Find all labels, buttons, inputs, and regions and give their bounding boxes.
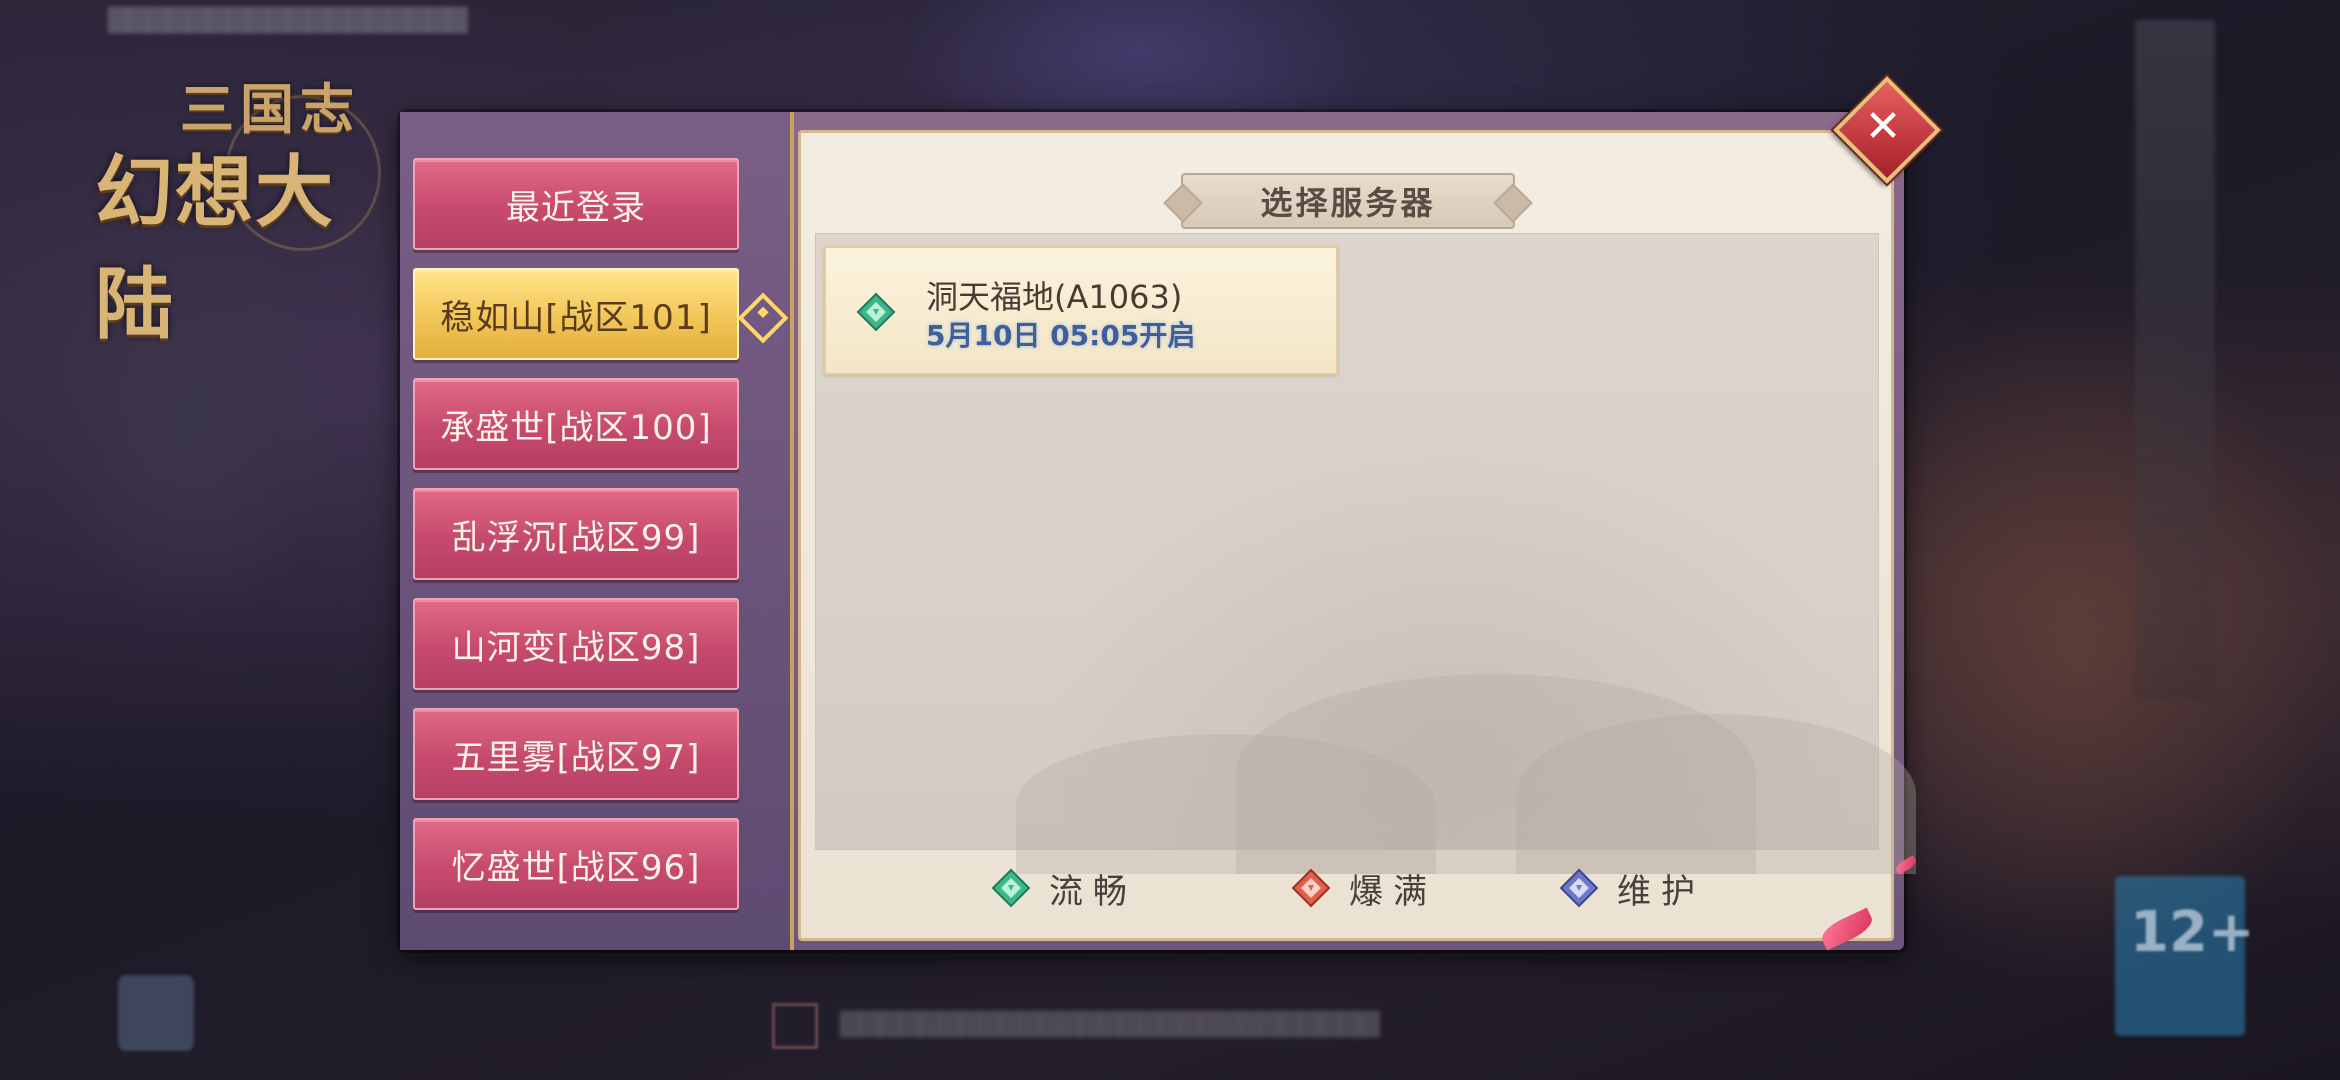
background-hill (1016, 734, 1436, 874)
legend-full: 爆满 (1291, 858, 1437, 918)
tab-recent-login[interactable]: 最近登录 (413, 158, 739, 250)
tab-zone-96[interactable]: 忆盛世[战区96] (413, 818, 739, 910)
dialog-title: 选择服务器 (1260, 184, 1436, 222)
red-gem-icon (1291, 868, 1331, 908)
agreement-checkbox[interactable] (772, 1003, 818, 1049)
server-panel: 选择服务器 洞天福地(A1063) 5月10日 05:05开启 流畅 爆满 维护 (798, 130, 1916, 941)
tab-zone-98[interactable]: 山河变[战区98] (413, 598, 739, 690)
age-rating-text: 12+ (2130, 900, 2255, 965)
game-logo: 三国志 幻想大陆 (95, 55, 385, 350)
zone-sidebar: 最近登录 稳如山[战区101] 承盛世[战区100] 乱浮沉[战区99] 山河变… (400, 112, 794, 950)
tab-zone-97[interactable]: 五里雾[战区97] (413, 708, 739, 800)
legend-label: 流畅 (1049, 871, 1137, 912)
agreement-text-blurred: ▇▇▇▇▇▇▇▇▇▇▇▇▇▇▇▇▇▇▇▇▇▇▇▇▇▇▇ (840, 1008, 1380, 1038)
tab-label: 最近登录 (506, 187, 646, 228)
legend-maintenance: 维护 (1559, 858, 1705, 918)
tab-label: 稳如山[战区101] (440, 297, 712, 338)
legend-label: 爆满 (1349, 871, 1437, 912)
tab-label: 乱浮沉[战区99] (451, 517, 701, 558)
blue-gem-icon (1559, 868, 1599, 908)
server-list-area[interactable]: 洞天福地(A1063) 5月10日 05:05开启 (815, 233, 1916, 874)
tab-label: 山河变[战区98] (451, 627, 701, 668)
background-hill (1516, 714, 1916, 874)
green-gem-icon (991, 868, 1031, 908)
tab-label: 忆盛世[战区96] (451, 847, 701, 888)
tab-label: 五里雾[战区97] (451, 737, 701, 778)
legend-label: 维护 (1617, 871, 1705, 912)
blurred-notice-top: ▇▇▇▇▇▇▇▇▇▇▇▇▇▇▇▇▇▇ (108, 4, 468, 34)
dialog-title-plate: 选择服务器 (1181, 173, 1515, 229)
logo-line2: 幻想大陆 (95, 147, 336, 350)
server-item[interactable]: 洞天福地(A1063) 5月10日 05:05开启 (824, 246, 1338, 375)
tab-label: 承盛世[战区100] (440, 407, 712, 448)
server-select-dialog: 最近登录 稳如山[战区101] 承盛世[战区100] 乱浮沉[战区99] 山河变… (400, 112, 1916, 950)
tab-zone-100[interactable]: 承盛世[战区100] (413, 378, 739, 470)
server-open-time: 5月10日 05:05开启 (926, 319, 1196, 352)
green-gem-icon (856, 292, 896, 332)
selected-arrow-icon (737, 292, 789, 344)
account-icon[interactable] (118, 975, 194, 1051)
background-banner-right (2135, 20, 2215, 700)
legend-smooth: 流畅 (991, 858, 1137, 918)
tab-zone-101[interactable]: 稳如山[战区101] (413, 268, 789, 360)
server-name: 洞天福地(A1063) (926, 278, 1183, 316)
tab-zone-99[interactable]: 乱浮沉[战区99] (413, 488, 739, 580)
